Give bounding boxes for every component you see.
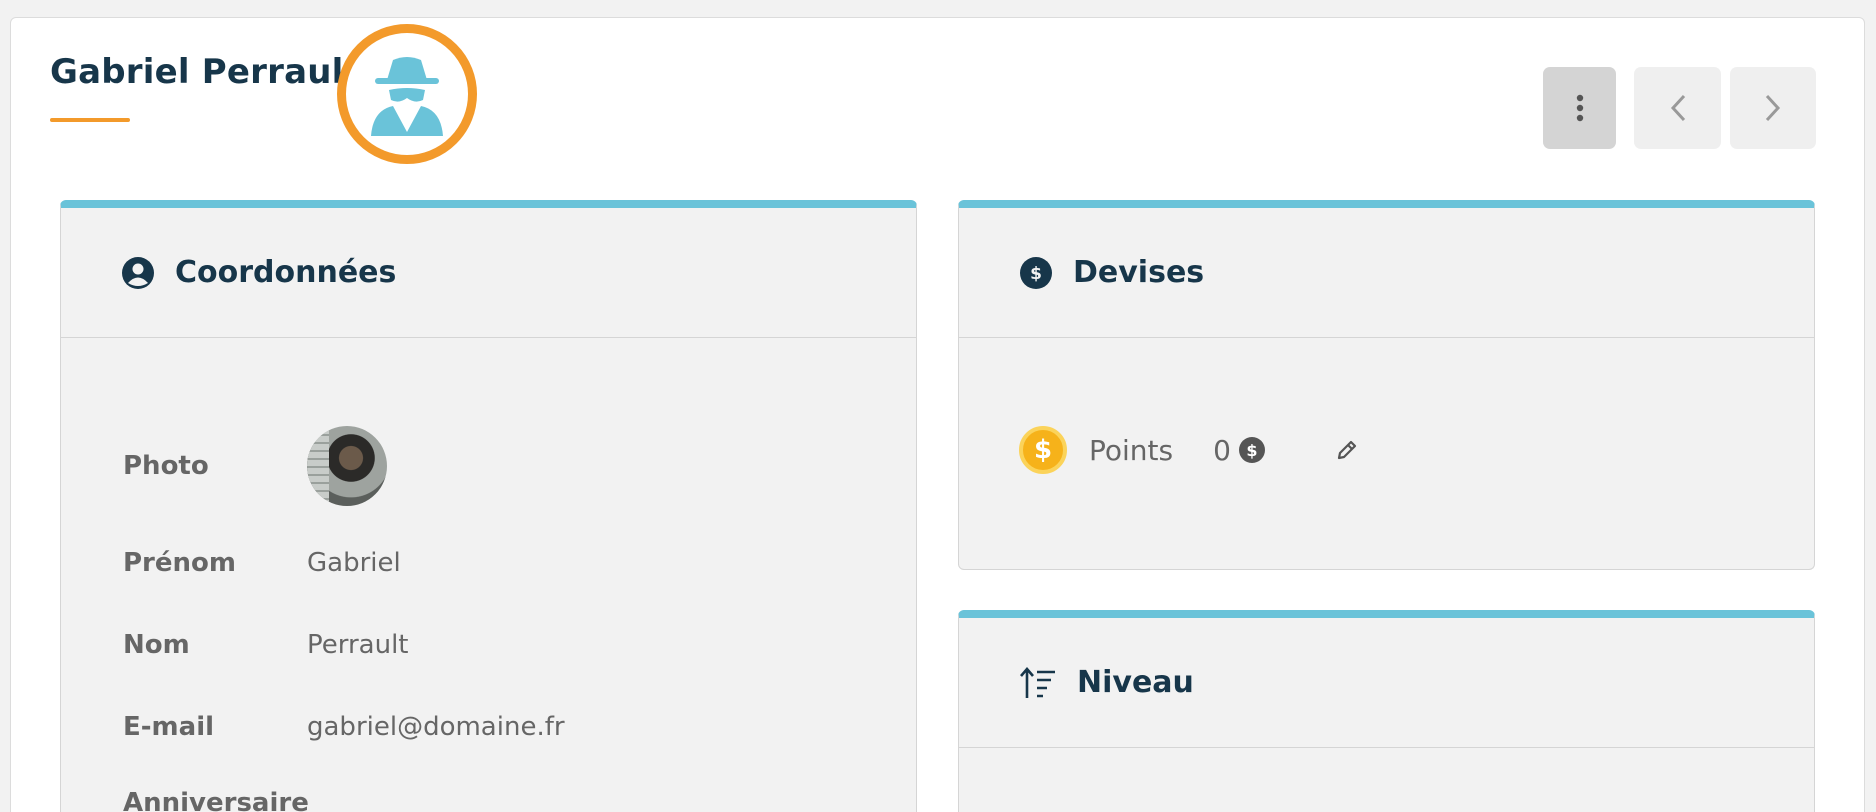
user-circle-icon <box>122 256 154 289</box>
coordonnees-header: Coordonnées <box>61 208 916 338</box>
svg-text:$: $ <box>1030 264 1042 284</box>
spy-icon <box>371 57 443 136</box>
coordonnees-panel: Coordonnées Photo Prénom Gabriel Nom Per… <box>60 200 917 812</box>
title-underline <box>50 118 130 122</box>
points-value: 0 <box>1213 433 1231 467</box>
more-options-button[interactable] <box>1543 67 1616 149</box>
chevron-right-icon <box>1765 94 1781 122</box>
field-nom: Nom Perrault <box>123 630 409 660</box>
field-email: E-mail gabriel@domaine.fr <box>123 712 565 742</box>
sort-ascending-icon <box>1020 666 1055 698</box>
dollar-circle-icon: $ <box>1020 256 1052 289</box>
next-button[interactable] <box>1730 67 1816 149</box>
anniversaire-label: Anniversaire <box>123 788 309 812</box>
page-title: Gabriel Perrault <box>50 52 360 92</box>
email-label: E-mail <box>123 712 215 742</box>
prenom-value: Gabriel <box>307 548 401 578</box>
coordonnees-title: Coordonnées <box>175 255 397 290</box>
email-value: gabriel@domaine.fr <box>307 712 565 742</box>
prenom-label: Prénom <box>123 548 236 578</box>
niveau-title: Niveau <box>1077 665 1194 700</box>
small-coin-icon: $ <box>1238 437 1265 463</box>
chevron-left-icon <box>1670 94 1685 122</box>
devises-title: Devises <box>1073 255 1205 290</box>
field-photo: Photo <box>123 426 387 506</box>
field-anniversaire: Anniversaire <box>123 788 309 812</box>
avatar[interactable] <box>307 426 387 506</box>
nom-label: Nom <box>123 630 190 660</box>
spy-badge <box>337 24 477 164</box>
devises-panel: $ Devises $ Points 0 $ <box>958 200 1815 570</box>
previous-button[interactable] <box>1634 67 1721 149</box>
field-prenom: Prénom Gabriel <box>123 548 401 578</box>
points-label: Points <box>1089 433 1174 467</box>
vertical-dots-icon <box>1576 94 1583 122</box>
devises-header: $ Devises <box>959 208 1814 338</box>
small-coin-symbol: $ <box>1246 440 1258 460</box>
points-row: $ Points 0 $ <box>1019 426 1359 474</box>
niveau-panel: Niveau <box>958 610 1815 812</box>
coin-symbol: $ <box>1033 435 1053 465</box>
pencil-icon[interactable] <box>1335 438 1359 462</box>
photo-label: Photo <box>123 451 209 481</box>
coin-icon: $ <box>1019 426 1067 474</box>
niveau-header: Niveau <box>959 618 1814 748</box>
nom-value: Perrault <box>307 630 409 660</box>
